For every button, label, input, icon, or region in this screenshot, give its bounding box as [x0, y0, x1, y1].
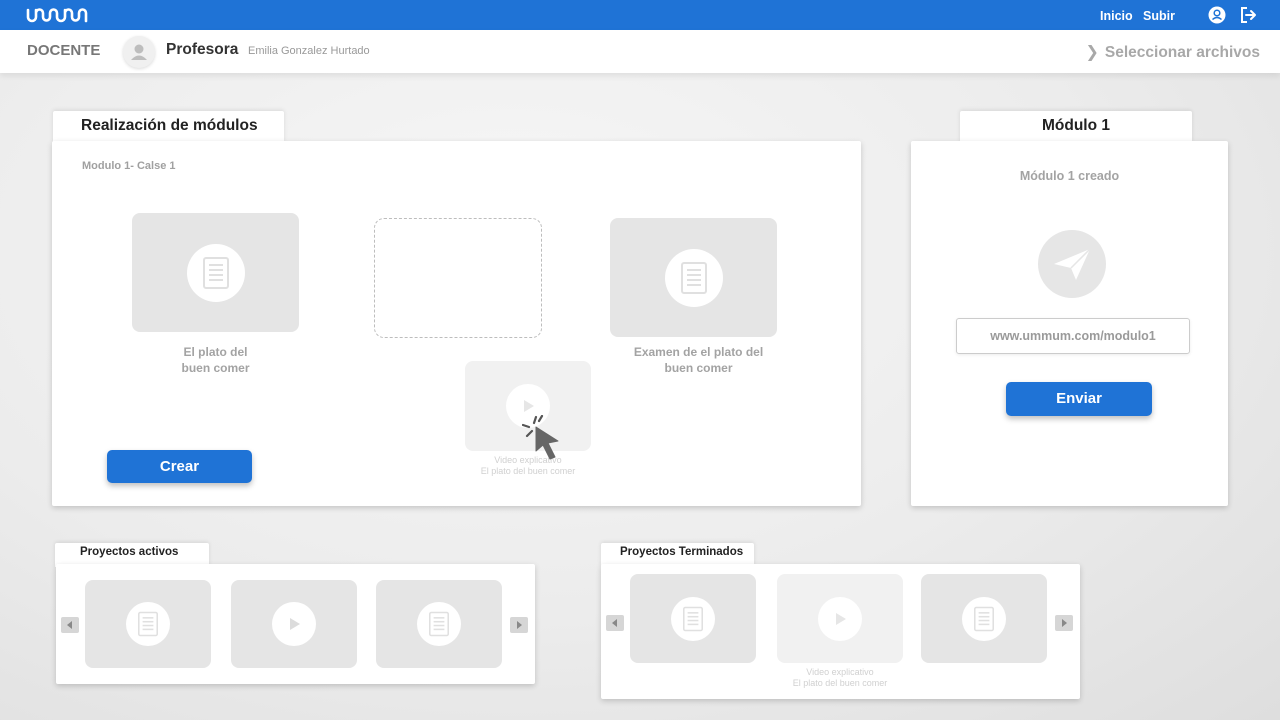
chevron-right-icon [1062, 619, 1067, 627]
module-url-field[interactable]: www.ummum.com/modulo1 [956, 318, 1190, 354]
finished-video-label: Video explicativo El plato del buen come… [767, 667, 913, 689]
next-arrow-button[interactable] [1055, 615, 1073, 631]
icon-circle [417, 602, 461, 646]
class-subtitle: Modulo 1- Calse 1 [82, 160, 176, 172]
nav-subir[interactable]: Subir [1143, 9, 1175, 23]
icon-circle [126, 602, 170, 646]
prev-arrow-button[interactable] [606, 615, 624, 631]
module-card-examen-label: Examen de el plato del buen comer [610, 344, 787, 376]
tab-label: Proyectos activos [80, 546, 179, 558]
play-icon [524, 400, 534, 412]
nav-inicio[interactable]: Inicio [1100, 9, 1133, 23]
label-line: El plato del buen comer [792, 678, 888, 688]
icon-circle [272, 602, 316, 646]
next-arrow-button[interactable] [510, 617, 528, 633]
avatar-person-icon [131, 44, 147, 60]
play-icon [290, 618, 300, 630]
tab-label: Módulo 1 [1041, 117, 1111, 134]
module-card-plato[interactable] [132, 213, 299, 332]
project-card[interactable] [777, 574, 903, 663]
label-line: El plato del [183, 345, 248, 359]
document-icon [138, 611, 158, 637]
project-card[interactable] [376, 580, 502, 668]
icon-circle [962, 596, 1006, 641]
chevron-left-icon [612, 619, 617, 627]
drop-zone[interactable] [374, 218, 542, 338]
tab-label: Realización de módulos [81, 117, 258, 134]
play-icon [836, 612, 846, 625]
user-title: Profesora [166, 41, 239, 58]
module-status: Módulo 1 creado [1019, 169, 1120, 183]
label-line: El plato del buen comer [480, 466, 576, 476]
module-card-examen[interactable] [610, 218, 777, 337]
user-header: DOCENTE Profesora Emilia Gonzalez Hurtad… [0, 30, 1280, 73]
create-button[interactable]: Crear [107, 450, 252, 483]
label-line: Video explicativo [806, 667, 874, 677]
ummum-logo[interactable] [26, 6, 94, 24]
avatar[interactable] [123, 36, 155, 68]
chevron-right-icon [517, 621, 522, 629]
icon-circle [671, 596, 715, 641]
document-icon [683, 606, 703, 631]
logout-icon[interactable] [1238, 5, 1258, 25]
paper-plane-icon [1054, 248, 1091, 280]
icon-circle [186, 243, 245, 302]
top-bar: Inicio Subir [0, 0, 1280, 30]
label-line: Examen de el plato del [633, 345, 764, 359]
prev-arrow-button[interactable] [61, 617, 79, 633]
module-card-plato-label: El plato del buen comer [132, 344, 299, 376]
select-files-link[interactable]: ❯ Seleccionar archivos [1086, 42, 1261, 62]
modules-panel: Modulo 1- Calse 1 El plato del buen come… [52, 141, 861, 506]
user-profile-icon[interactable] [1207, 5, 1227, 25]
tab-modulo-1[interactable]: Módulo 1 [960, 111, 1192, 143]
send-button[interactable]: Enviar [1006, 382, 1152, 416]
module-1-panel: Módulo 1 creado www.ummum.com/modulo1 En… [911, 141, 1228, 506]
send-circle [1038, 230, 1106, 298]
icon-circle [664, 248, 723, 307]
chevron-right-icon: ❯ [1085, 44, 1099, 61]
role-label: DOCENTE [27, 42, 101, 59]
select-files-label: Seleccionar archivos [1104, 44, 1260, 61]
document-icon [680, 261, 707, 294]
project-card[interactable] [231, 580, 357, 668]
project-card[interactable] [85, 580, 211, 668]
tab-label: Proyectos Terminados [620, 546, 744, 558]
project-card[interactable] [921, 574, 1047, 663]
icon-circle [818, 596, 862, 641]
document-icon [974, 606, 994, 631]
project-card[interactable] [630, 574, 756, 663]
tab-realizacion-modulos[interactable]: Realización de módulos [53, 111, 284, 143]
document-icon [202, 256, 229, 289]
click-cursor-icon [522, 415, 559, 460]
label-line: buen comer [664, 361, 733, 375]
active-projects-panel [56, 564, 535, 684]
user-name: Emilia Gonzalez Hurtado [248, 45, 370, 57]
chevron-left-icon [67, 621, 72, 629]
finished-projects-panel: Video explicativo El plato del buen come… [601, 564, 1080, 699]
label-line: buen comer [181, 361, 250, 375]
document-icon [429, 611, 449, 637]
